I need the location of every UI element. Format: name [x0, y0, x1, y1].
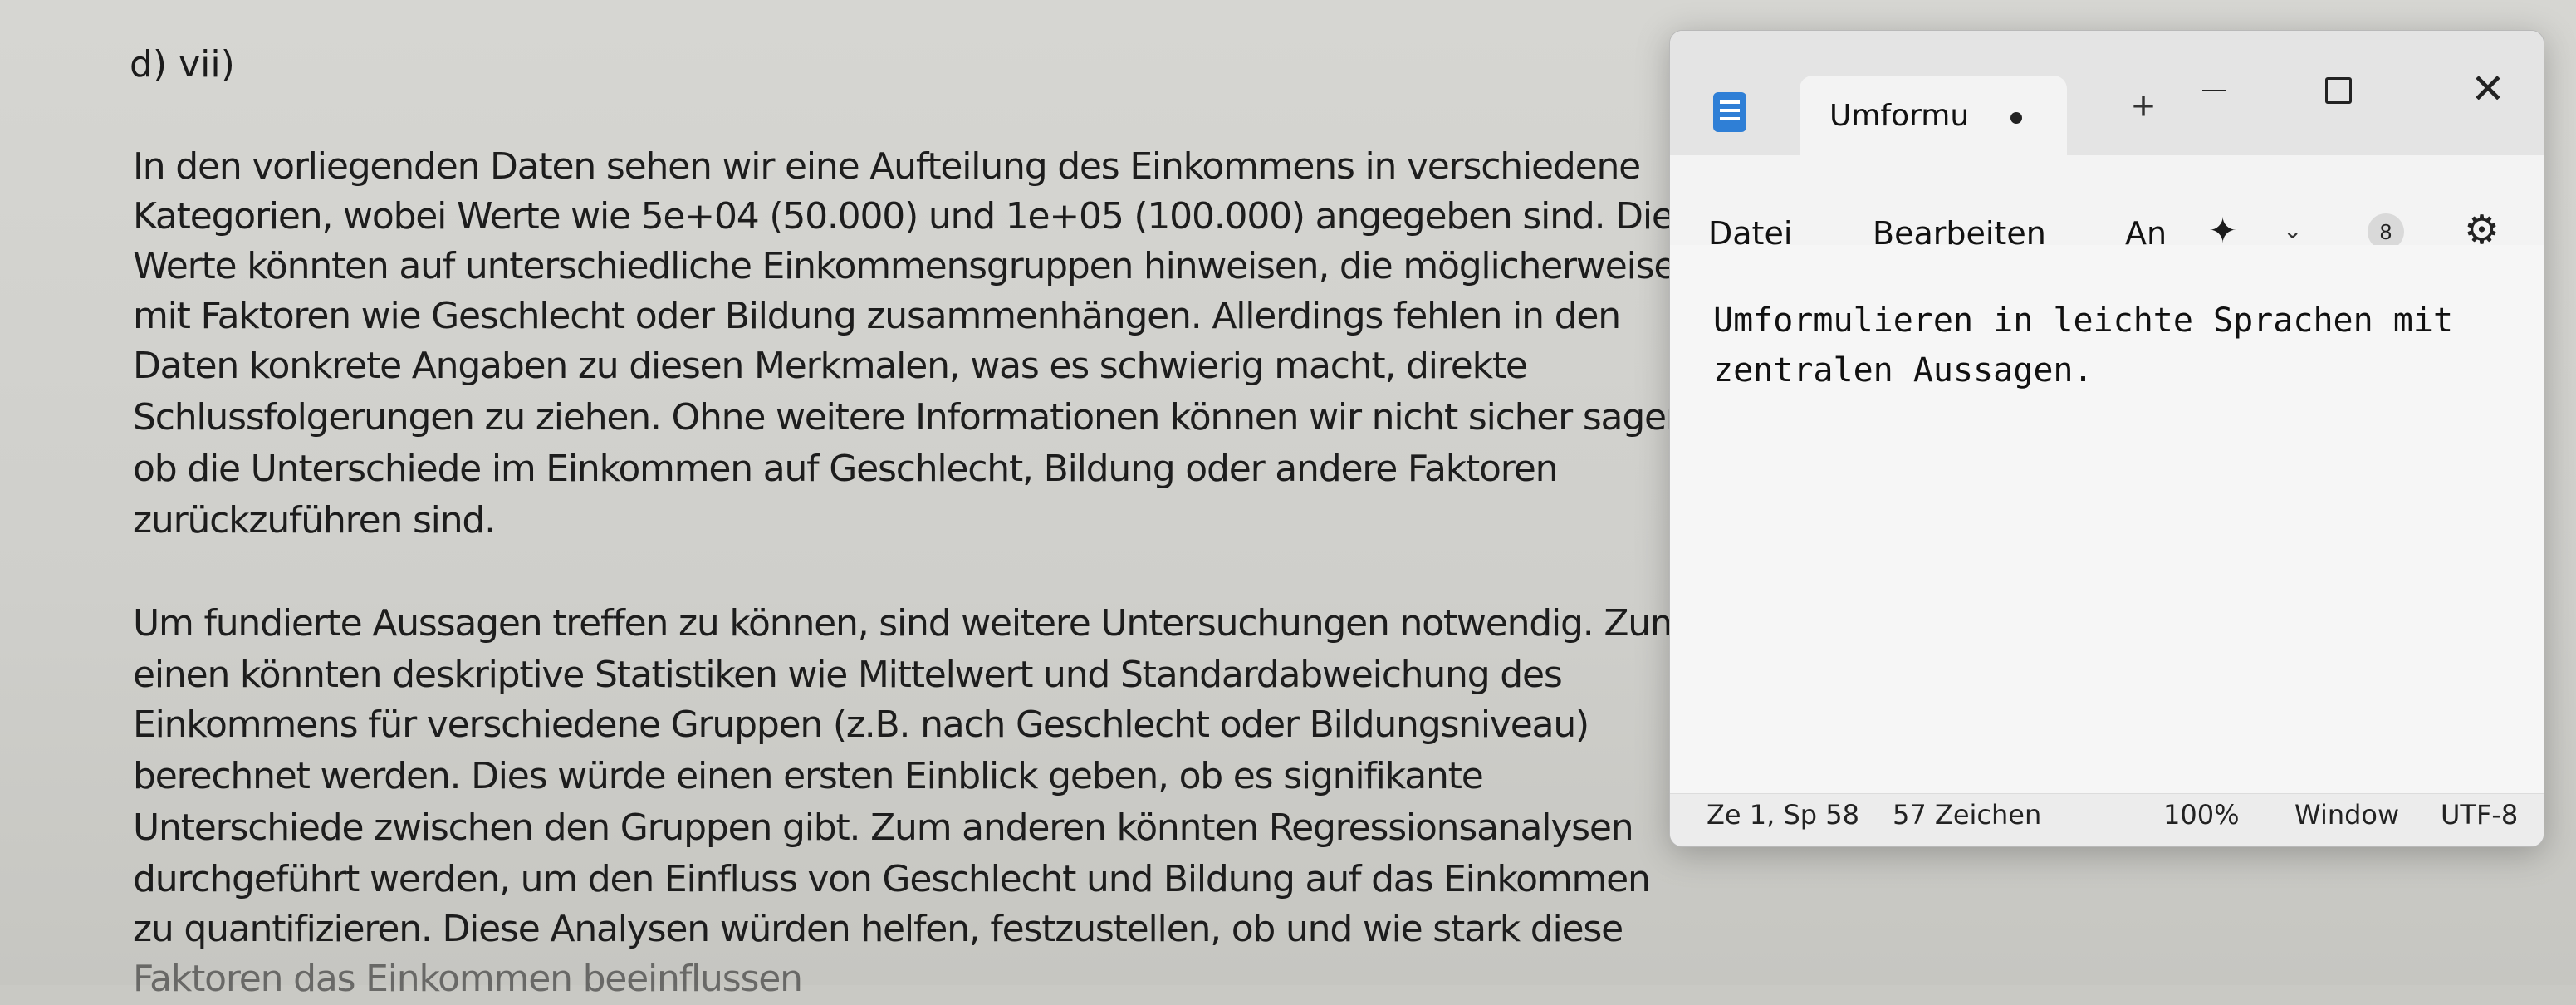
menu-bar: Datei Bearbeiten An ✦ ⌄ 8 ⚙	[1670, 155, 2544, 252]
tab-umformu[interactable]: Umformu	[1800, 76, 2067, 155]
document-line: Daten konkrete Angaben zu diesen Merkmal…	[133, 345, 1528, 387]
title-bar[interactable]: Umformu + ✕	[1670, 31, 2544, 155]
document-line: Werte könnten auf unterschiedliche Einko…	[133, 245, 1676, 287]
document-line: Einkommens für verschiedene Gruppen (z.B…	[133, 704, 1589, 746]
chevron-down-icon[interactable]: ⌄	[2283, 217, 2302, 244]
maximize-button[interactable]	[2301, 64, 2376, 114]
document-heading: d) vii)	[130, 43, 235, 86]
document-line: zu quantifizieren. Diese Analysen würden…	[133, 908, 1623, 950]
notepad-window: Umformu + ✕ Datei Bearbeiten An ✦ ⌄ 8 ⚙ …	[1669, 30, 2544, 847]
document-line: Unterschiede zwischen den Gruppen gibt. …	[133, 806, 1634, 849]
close-button[interactable]: ✕	[2451, 64, 2525, 114]
editor-line: Umformulieren in leichte Sprachen mit	[1713, 302, 2454, 340]
encoding[interactable]: UTF-8	[2441, 799, 2518, 831]
cursor-position: Ze 1, Sp 58	[1707, 799, 1859, 831]
notepad-icon	[1713, 92, 1746, 132]
document-line: Um fundierte Aussagen treffen zu können,…	[133, 602, 1686, 645]
minimize-icon	[2202, 90, 2226, 92]
document-line: Kategorien, wobei Werte wie 5e+04 (50.00…	[133, 195, 1714, 238]
document-line: durchgeführt werden, um den Einfluss von…	[133, 858, 1651, 900]
status-bar: Ze 1, Sp 58 57 Zeichen 100% Window UTF-8	[1670, 793, 2544, 846]
minimize-button[interactable]	[2177, 64, 2251, 114]
document-line: ob die Unterschiede im Einkommen auf Ges…	[133, 448, 1558, 490]
editor-line: zentralen Aussagen.	[1713, 351, 2094, 390]
text-editor[interactable]: Umformulieren in leichte Sprachen mit ze…	[1670, 245, 2544, 793]
character-count: 57 Zeichen	[1893, 799, 2042, 831]
document-line: berechnet werden. Dies würde einen erste…	[133, 755, 1484, 797]
document-line: In den vorliegenden Daten sehen wir eine…	[133, 145, 1641, 188]
document-line: Faktoren das Einkommen beeinflussen	[133, 958, 803, 1000]
unsaved-dot-icon	[2010, 112, 2022, 124]
zoom-level[interactable]: 100%	[2163, 799, 2239, 831]
tab-label: Umformu	[1829, 99, 1970, 133]
document-line: Schlussfolgerungen zu ziehen. Ohne weite…	[133, 396, 1700, 439]
line-ending[interactable]: Window	[2294, 799, 2399, 831]
maximize-icon	[2325, 77, 2352, 105]
document-line: mit Faktoren wie Geschlecht oder Bildung…	[133, 295, 1621, 337]
document-line: einen könnten deskriptive Statistiken wi…	[133, 654, 1563, 696]
new-tab-button[interactable]: +	[2118, 82, 2168, 132]
document-line: zurückzuführen sind.	[133, 499, 496, 542]
